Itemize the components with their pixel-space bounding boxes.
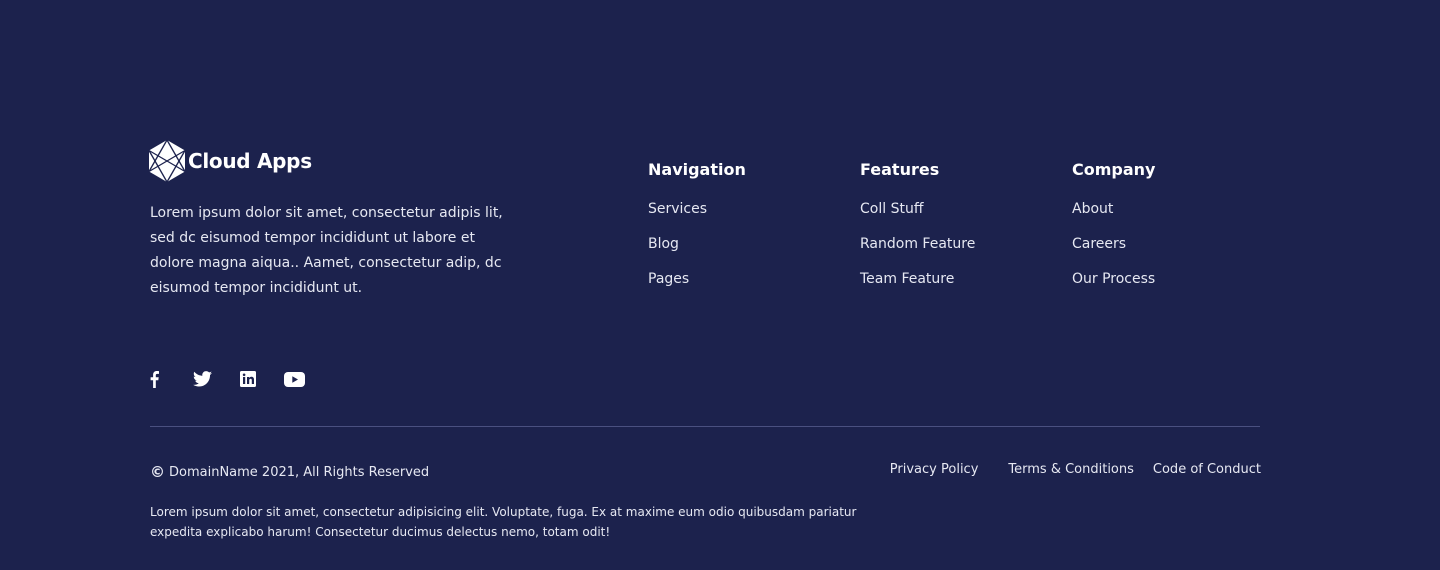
linkedin-link[interactable] [239, 369, 257, 389]
copyright-icon: © [150, 463, 165, 481]
hexagon-logo-icon [148, 139, 186, 183]
brand-name: Cloud Apps [188, 149, 312, 173]
footer-link-about[interactable]: About [1072, 201, 1113, 217]
terms-conditions-link[interactable]: Terms & Conditions [1008, 462, 1134, 477]
facebook-link[interactable] [147, 369, 161, 389]
social-links [147, 369, 305, 389]
footer-divider [150, 426, 1260, 427]
youtube-link[interactable] [283, 369, 305, 389]
twitter-icon [192, 371, 212, 387]
copyright-notice: © DomainName 2021, All Rights Reserved [150, 463, 429, 481]
footer-link-team-feature[interactable]: Team Feature [860, 271, 954, 287]
brand-description: Lorem ipsum dolor sit amet, consectetur … [150, 205, 503, 296]
column-title-features: Features [860, 160, 940, 179]
footer-link-careers[interactable]: Careers [1072, 236, 1126, 252]
footer-link-blog[interactable]: Blog [648, 236, 679, 252]
brand-home-link[interactable]: Cloud Apps [148, 139, 312, 183]
facebook-icon [150, 370, 159, 388]
navigation-link-list: Services Blog Pages [648, 190, 746, 295]
legal-links: Privacy Policy Terms & Conditions Code o… [890, 462, 1261, 477]
column-title-navigation: Navigation [648, 160, 746, 179]
linkedin-icon [240, 371, 256, 387]
footer-fine-print: Lorem ipsum dolor sit amet, consectetur … [150, 505, 857, 539]
footer-column-features: Features Coll Stuff Random Feature Team … [860, 159, 975, 303]
footer-link-our-process[interactable]: Our Process [1072, 271, 1155, 287]
footer-link-pages[interactable]: Pages [648, 271, 689, 287]
footer-column-company: Company About Careers Our Process [1072, 159, 1155, 303]
company-link-list: About Careers Our Process [1072, 190, 1155, 295]
code-of-conduct-link[interactable]: Code of Conduct [1153, 462, 1261, 477]
footer-link-coll-stuff[interactable]: Coll Stuff [860, 201, 923, 217]
footer-link-services[interactable]: Services [648, 201, 707, 217]
footer-column-navigation: Navigation Services Blog Pages [648, 159, 746, 303]
twitter-link[interactable] [192, 369, 212, 389]
footer-link-random-feature[interactable]: Random Feature [860, 236, 975, 252]
column-title-company: Company [1072, 160, 1156, 179]
features-link-list: Coll Stuff Random Feature Team Feature [860, 190, 975, 295]
copyright-text: DomainName 2021, All Rights Reserved [169, 464, 430, 480]
site-footer: Cloud Apps Lorem ipsum dolor sit amet, c… [0, 0, 1440, 570]
privacy-policy-link[interactable]: Privacy Policy [890, 462, 979, 477]
youtube-icon [283, 371, 305, 387]
